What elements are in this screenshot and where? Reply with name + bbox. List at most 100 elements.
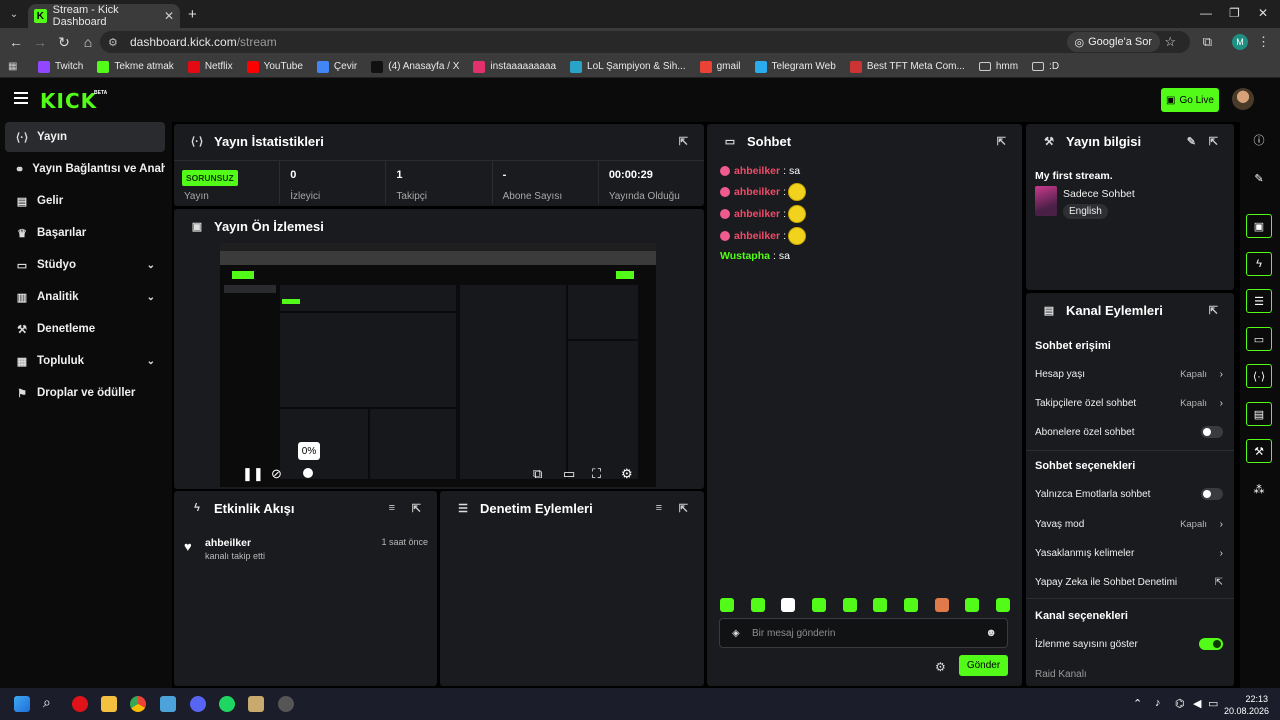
broadcast-widget-icon[interactable]: ⟨·⟩ [1246,364,1272,388]
bookmark-item[interactable]: Netflix [187,60,233,73]
browser-menu-icon[interactable]: ⋮ [1257,34,1270,50]
bookmark-item[interactable]: Best TFT Meta Com... [849,60,965,73]
theatre-icon[interactable]: ▭ [563,466,575,482]
reload-icon[interactable]: ↻ [52,34,76,51]
bookmark-item[interactable]: :D [1032,61,1059,73]
preview-video[interactable] [220,243,656,487]
sidebar-item-drops[interactable]: ⚑ Droplar ve ödüller [5,378,165,408]
sidebar-item-analytics[interactable]: ▥ Analitik ⌄ [5,282,165,312]
mic-icon[interactable]: ♪ [1155,697,1161,709]
sidebar-item-moderation[interactable]: ⚒ Denetleme [5,314,165,344]
browser-tab[interactable]: K Stream - Kick Dashboard ✕ [28,4,180,28]
emote-icon[interactable] [811,598,826,612]
row-ai-moderation[interactable]: Yapay Zeka ile Sohbet Denetimi ⇱ [1035,574,1225,590]
opera-icon[interactable] [72,696,88,712]
app-icon[interactable] [160,696,176,712]
bookmark-star-icon[interactable]: ☆ [1164,34,1176,50]
actions-widget-icon[interactable]: ▤ [1246,402,1272,426]
lightning-widget-icon[interactable]: ϟ [1246,252,1272,276]
bookmark-item[interactable]: Twitch [38,60,83,73]
settings-gear-icon[interactable]: ⚙ [621,466,633,482]
info-icon[interactable]: ⓘ [1246,128,1272,152]
go-live-button[interactable]: ▣ Go Live [1161,88,1219,112]
battery-icon[interactable]: ▭ [1208,697,1218,710]
row-account-age[interactable]: Hesap yaşı Kapalı › [1035,366,1225,382]
emote-icon[interactable] [781,598,796,612]
sidebar-item-revenue[interactable]: ▤ Gelir [5,186,165,216]
search-icon[interactable]: ⌕ [43,694,59,710]
tab-close-icon[interactable]: ✕ [164,9,174,23]
more-widgets-icon[interactable]: ⁂ [1246,477,1272,501]
bookmark-item[interactable]: hmm [978,61,1018,73]
league-icon[interactable] [248,696,264,712]
bookmark-item[interactable]: (4) Anasayfa / X [371,60,459,73]
emoji-icon[interactable]: ☻ [985,627,997,639]
pause-icon[interactable]: ❚❚ [242,466,264,482]
back-icon[interactable]: ← [4,34,28,50]
preview-widget-icon[interactable]: ▣ [1246,214,1272,238]
address-field[interactable]: ⚙ dashboard.kick.com/stream [100,31,1190,53]
row-followers-only[interactable]: Takipçilere özel sohbet Kapalı › [1035,395,1225,411]
bookmark-item[interactable]: gmail [699,60,741,73]
chrome-icon[interactable] [130,696,146,712]
filter-icon[interactable]: ≡ [389,502,395,514]
sidebar-item-community[interactable]: ▦ Topluluk ⌄ [5,346,165,376]
tray-chevron-icon[interactable]: ⌃ [1133,697,1142,710]
forward-icon[interactable]: → [28,34,52,50]
list-widget-icon[interactable]: ☰ [1246,289,1272,313]
new-tab-icon[interactable]: + [188,6,197,23]
window-close-icon[interactable]: ✕ [1258,6,1268,20]
bookmark-item[interactable]: LoL Şampiyon & Sih... [570,60,686,73]
volume-slider-thumb[interactable] [303,468,313,478]
edit-pencil-icon[interactable]: ✎ [1187,135,1196,148]
menu-hamburger-icon[interactable] [14,92,28,104]
emote-only-toggle[interactable] [1201,488,1223,500]
windows-start-icon[interactable] [14,696,30,712]
kick-logo[interactable]: KICK [40,89,97,113]
pip-icon[interactable]: ⧉ [533,466,542,482]
volume-icon[interactable]: ◀ [1193,697,1201,710]
discord-icon[interactable] [190,696,206,712]
popout-icon[interactable]: ⇱ [412,502,421,515]
emote-icon[interactable] [750,598,765,612]
popout-icon[interactable]: ⇱ [1209,135,1218,148]
wrench-widget-icon[interactable]: ⚒ [1246,439,1272,463]
mute-icon[interactable]: ⊘ [271,466,282,482]
emote-icon[interactable] [903,598,918,612]
network-icon[interactable]: ⌬ [1175,697,1185,710]
emote-icon[interactable] [965,598,980,612]
user-avatar[interactable] [1232,88,1254,110]
apps-grid-icon[interactable]: ▦ [8,61,26,72]
chat-widget-icon[interactable]: ▭ [1246,327,1272,351]
spotify-icon[interactable] [219,696,235,712]
emote-icon[interactable] [995,598,1010,612]
chat-settings-icon[interactable]: ⚙ [935,660,946,674]
sidebar-item-achievements[interactable]: ♛ Başarılar [5,218,165,248]
minimize-icon[interactable]: — [1200,6,1212,20]
chat-username[interactable]: ahbeilker [734,186,780,198]
emote-icon[interactable] [842,598,857,612]
popout-icon[interactable]: ⇱ [679,135,688,148]
emote-icon[interactable] [720,598,734,612]
taskbar-clock[interactable]: 22:13 20.08.2026 [1224,693,1269,717]
site-info-icon[interactable]: ⚙ [108,36,122,49]
row-raid-channel[interactable]: Raid Kanalı [1035,666,1225,682]
bookmark-item[interactable]: YouTube [246,60,303,73]
profile-avatar[interactable]: M [1232,34,1248,50]
show-viewcount-toggle[interactable] [1199,638,1223,650]
emote-icon[interactable] [934,598,949,612]
subscribers-only-toggle[interactable] [1201,426,1223,438]
tab-search-icon[interactable]: ⌄ [6,6,22,22]
sidebar-item-yayin[interactable]: ⟨·⟩ Yayın [5,122,165,152]
bookmark-item[interactable]: Telegram Web [754,60,836,73]
filter-icon[interactable]: ≡ [656,502,662,514]
edit-pencil-icon[interactable]: ✎ [1246,166,1272,190]
popout-icon[interactable]: ⇱ [679,502,688,515]
sidebar-item-connection[interactable]: ⚭ Yayın Bağlantısı ve Anahtarı [5,154,165,184]
bookmark-item[interactable]: Çevir [316,60,357,73]
extensions-icon[interactable]: ⧉ [1203,34,1212,50]
chat-username[interactable]: ahbeilker [734,230,780,242]
send-button[interactable]: Gönder [959,655,1008,676]
popout-icon[interactable]: ⇱ [997,135,1006,148]
popout-icon[interactable]: ⇱ [1209,304,1218,317]
